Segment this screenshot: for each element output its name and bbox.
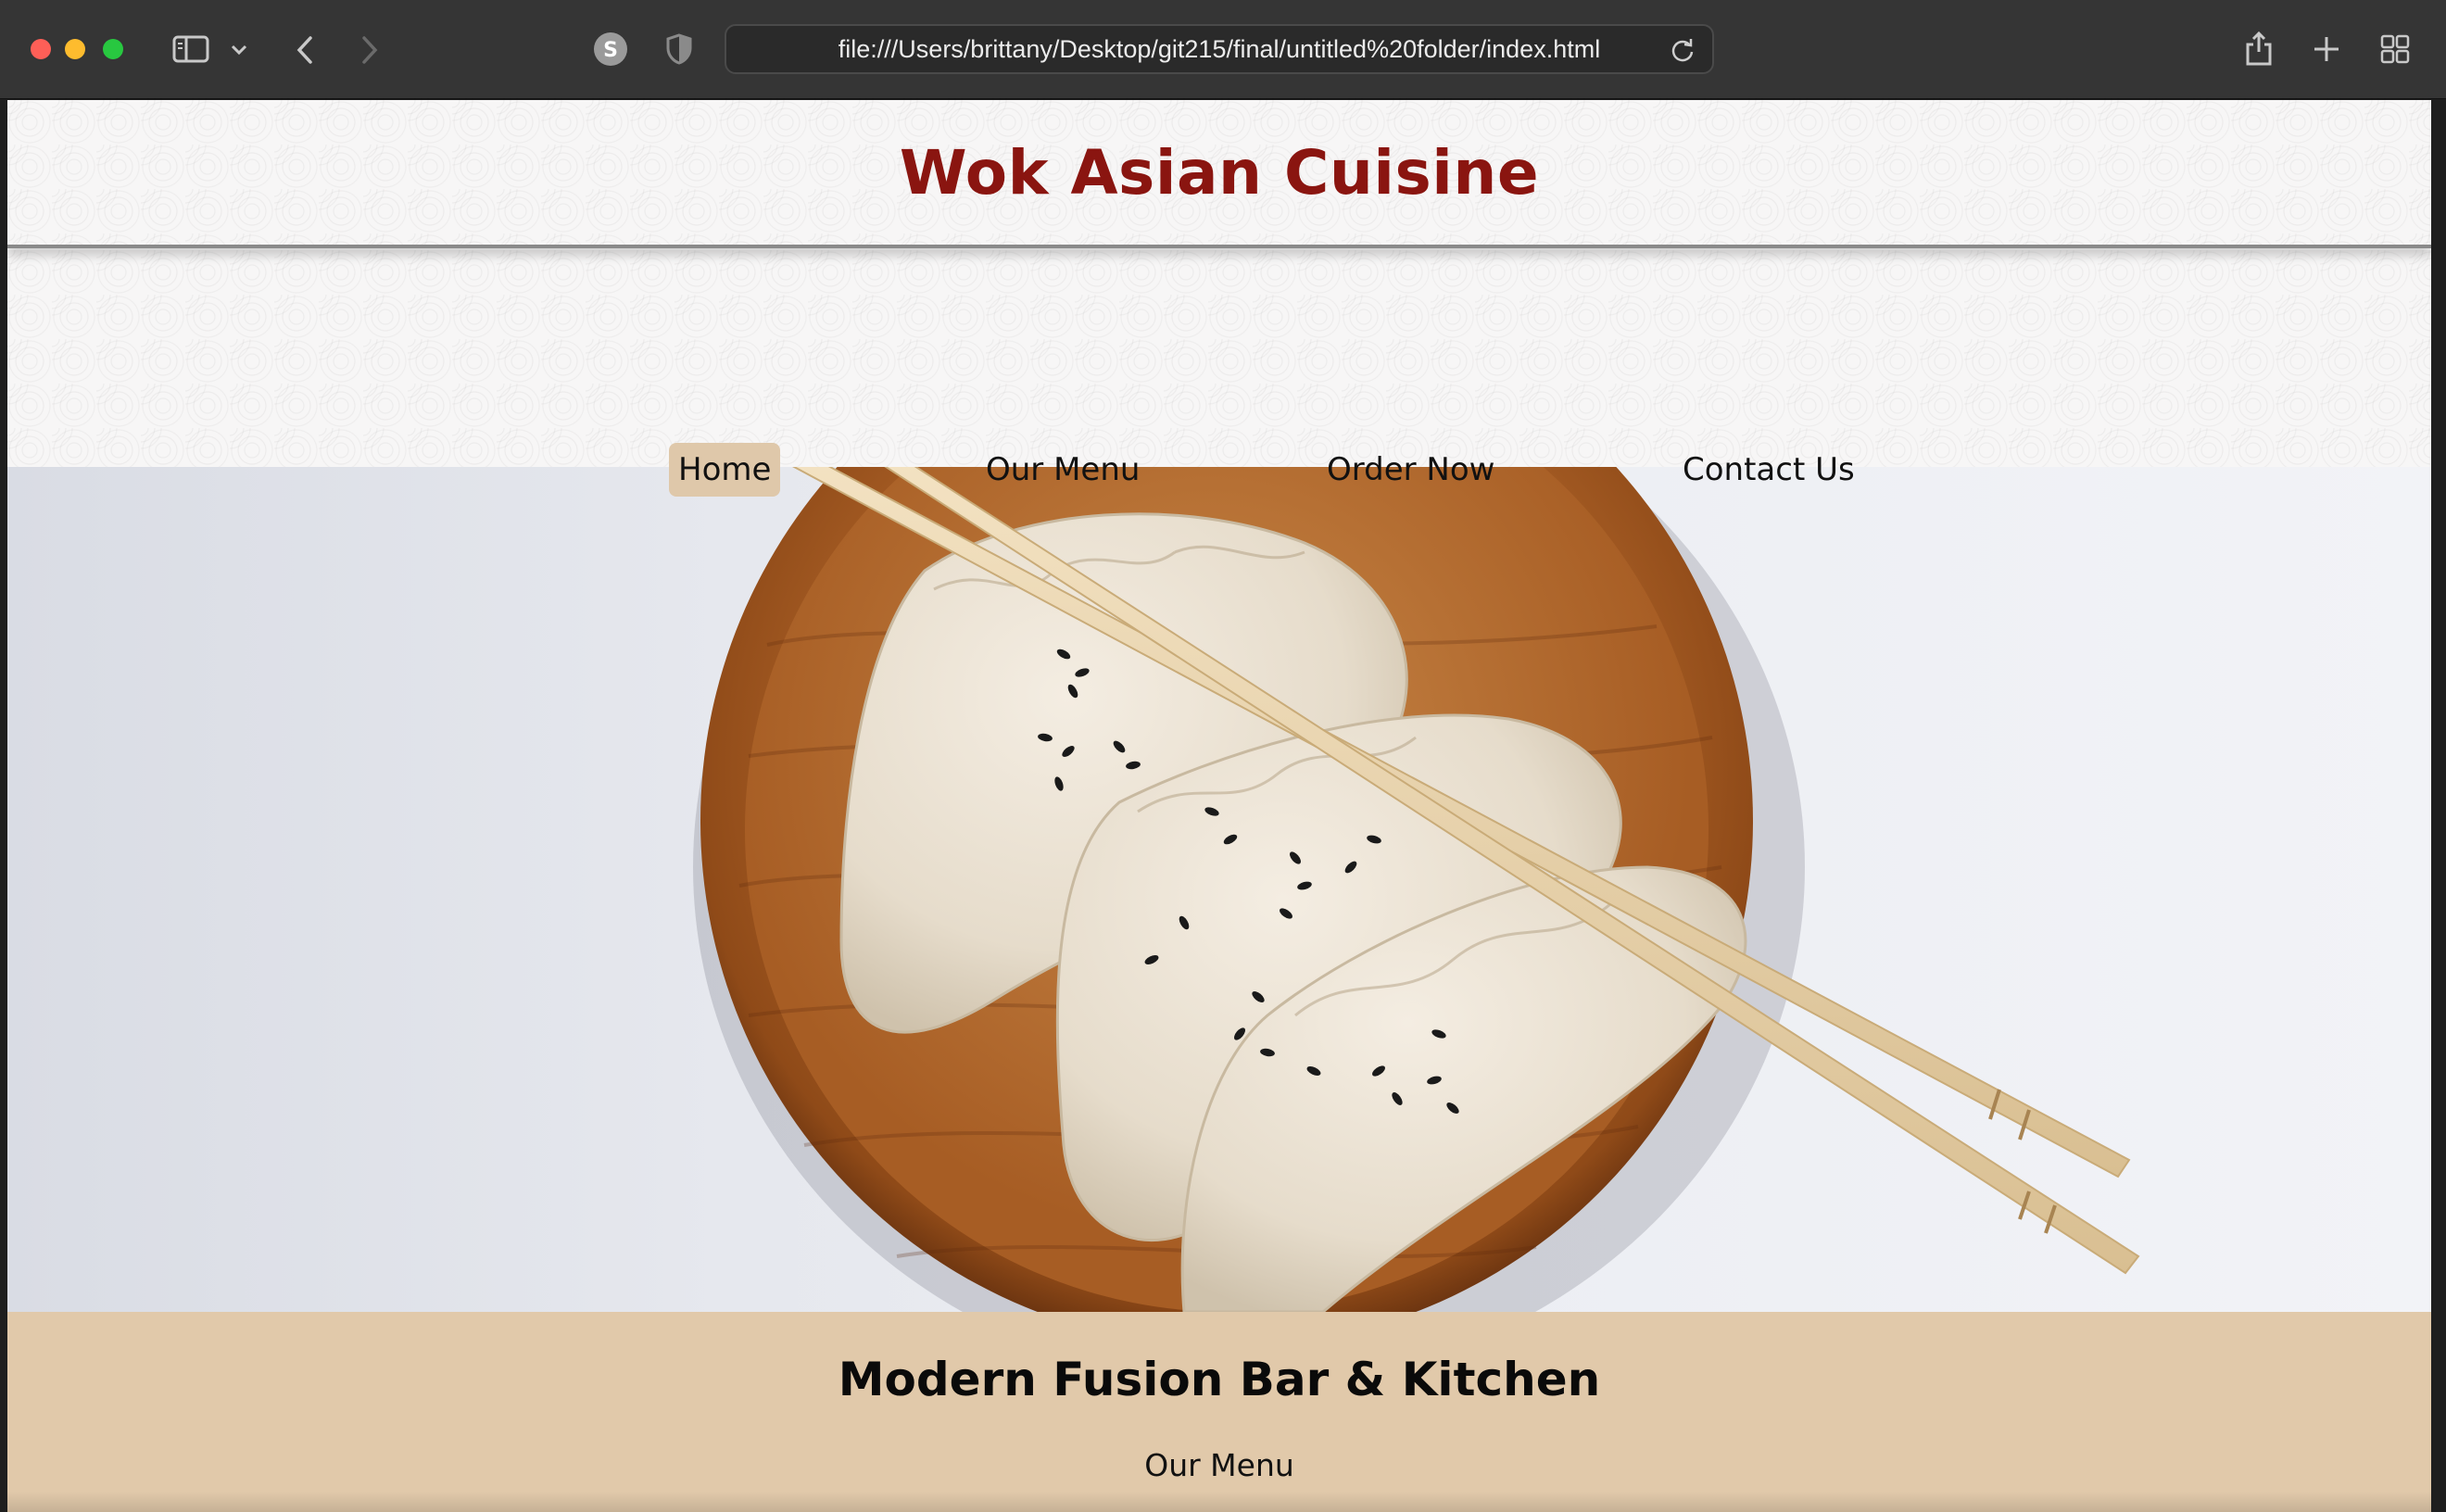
s-extension-icon[interactable]: S [593, 32, 628, 67]
chevron-left-icon[interactable] [291, 32, 319, 69]
share-icon[interactable] [2244, 28, 2274, 69]
minimize-window-button[interactable] [65, 39, 85, 59]
svg-text:S: S [603, 39, 618, 62]
nav-contact-us[interactable]: Contact Us [1673, 443, 1864, 497]
url-text: file:///Users/brittany/Desktop/git215/fi… [838, 34, 1601, 63]
our-menu-link[interactable]: Our Menu [7, 1447, 2431, 1483]
zoom-window-button[interactable] [103, 39, 123, 59]
reload-icon[interactable] [1670, 37, 1696, 69]
site-header: Wok Asian Cuisine [7, 100, 2431, 248]
tagline-section: Modern Fusion Bar & Kitchen Our Menu [7, 1312, 2431, 1512]
close-window-button[interactable] [31, 39, 51, 59]
shield-icon[interactable] [665, 33, 693, 65]
hero-image [7, 367, 2431, 1312]
nav-our-menu[interactable]: Our Menu [977, 443, 1149, 497]
plus-icon[interactable] [2311, 33, 2342, 65]
address-bar[interactable]: file:///Users/brittany/Desktop/git215/fi… [725, 24, 1714, 74]
tagline-heading: Modern Fusion Bar & Kitchen [838, 1353, 1601, 1406]
sidebar-icon[interactable] [170, 33, 211, 65]
nav-order-now[interactable]: Order Now [1318, 443, 1504, 497]
browser-toolbar: S file:///Users/brittany/Desktop/git215/… [0, 0, 2446, 99]
section-shadow [7, 1492, 2431, 1512]
main-nav: Home Our Menu Order Now Contact Us [7, 250, 2431, 497]
web-page: Wok Asian Cuisine Home Our Menu Order No… [7, 100, 2431, 1512]
chevron-down-icon[interactable] [228, 39, 250, 61]
grid-icon[interactable] [2379, 33, 2411, 65]
chevron-right-icon[interactable] [356, 32, 384, 69]
site-title: Wok Asian Cuisine [899, 136, 1540, 208]
nav-home[interactable]: Home [669, 443, 781, 497]
